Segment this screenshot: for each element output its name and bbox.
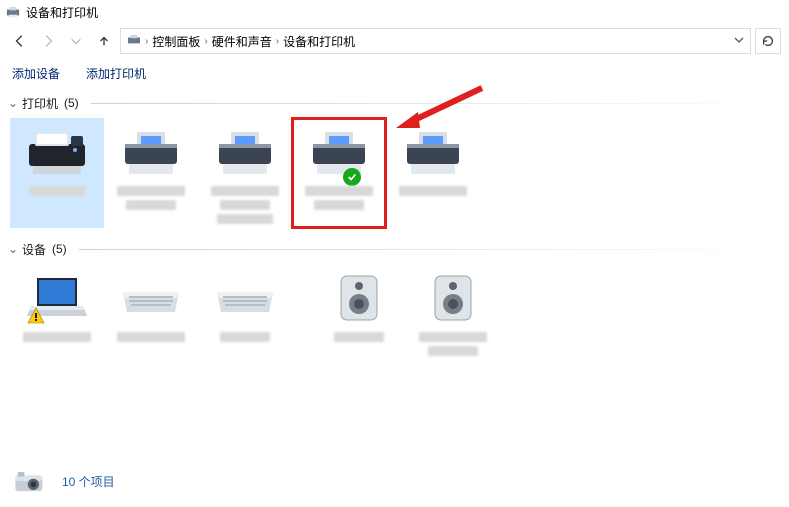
device-item-printer[interactable] [104,118,198,228]
keyboard-icon [115,270,187,326]
nav-row: › 控制面板 › 硬件和声音 › 设备和打印机 [0,24,789,58]
device-label [112,332,190,342]
chevron-right-icon: › [145,36,148,47]
command-toolbar: 添加设备 添加打印机 [0,58,789,88]
speaker-icon [417,270,489,326]
recent-locations-button[interactable] [64,29,88,53]
printer-icon [397,124,469,180]
section-header-devices[interactable]: ⌄ 设备 (5) [4,238,785,260]
status-item-count: 10 个项目 [62,473,115,490]
device-item-printer[interactable] [386,118,480,228]
chevron-right-icon: › [276,36,279,47]
device-item-speaker[interactable] [406,264,500,360]
camera-icon [12,465,48,497]
keyboard-icon [209,270,281,326]
chevron-right-icon: › [204,36,207,47]
devices-printers-icon [6,6,20,18]
printer-icon [303,124,375,180]
chevron-down-icon: ⌄ [8,96,16,110]
breadcrumb-hardware-sound[interactable]: 硬件和声音 [212,33,272,50]
fax-icon [21,124,93,180]
device-label [18,332,96,342]
device-label [206,186,284,224]
speaker-icon [323,270,395,326]
device-label [320,332,398,342]
section-label-printers: 打印机 [22,95,58,112]
back-button[interactable] [8,29,32,53]
device-item-fax[interactable] [10,118,104,228]
device-label [394,186,472,196]
default-check-badge [343,168,361,186]
printer-icon [209,124,281,180]
up-button[interactable] [92,29,116,53]
address-root-icon [127,34,141,49]
device-label [206,332,284,342]
breadcrumb-control-panel[interactable]: 控制面板 [152,33,200,50]
section-separator [91,103,785,104]
window-title: 设备和打印机 [26,4,98,21]
warning-badge-icon [27,307,45,328]
address-dropdown-icon[interactable] [734,34,744,48]
device-item-printer[interactable] [198,118,292,228]
refresh-button[interactable] [755,28,781,54]
add-printer-button[interactable]: 添加打印机 [86,65,146,82]
device-item-keyboard[interactable] [104,264,198,360]
address-bar[interactable]: › 控制面板 › 硬件和声音 › 设备和打印机 [120,28,751,54]
chevron-down-icon: ⌄ [8,242,16,256]
section-label-devices: 设备 [22,241,46,258]
forward-button[interactable] [36,29,60,53]
devices-group [4,260,785,366]
printer-icon [115,124,187,180]
device-label [18,186,96,196]
section-count-devices: (5) [52,242,67,256]
section-count-printers: (5) [64,96,79,110]
device-label [300,186,378,210]
title-bar: 设备和打印机 [0,0,789,24]
section-separator [79,249,785,250]
add-device-button[interactable]: 添加设备 [12,65,60,82]
content-area: ⌄ 打印机 (5) [0,88,789,462]
device-item-speaker[interactable] [312,264,406,360]
printers-group [4,114,785,234]
device-item-keyboard[interactable] [198,264,292,360]
breadcrumb-devices-printers[interactable]: 设备和打印机 [283,33,355,50]
device-item-default-printer[interactable] [292,118,386,228]
device-label [414,332,492,356]
laptop-icon [21,270,93,326]
device-label [112,186,190,210]
section-header-printers[interactable]: ⌄ 打印机 (5) [4,92,785,114]
spacer [292,264,312,360]
device-item-laptop[interactable] [10,264,104,360]
status-bar: 10 个项目 [0,462,789,500]
